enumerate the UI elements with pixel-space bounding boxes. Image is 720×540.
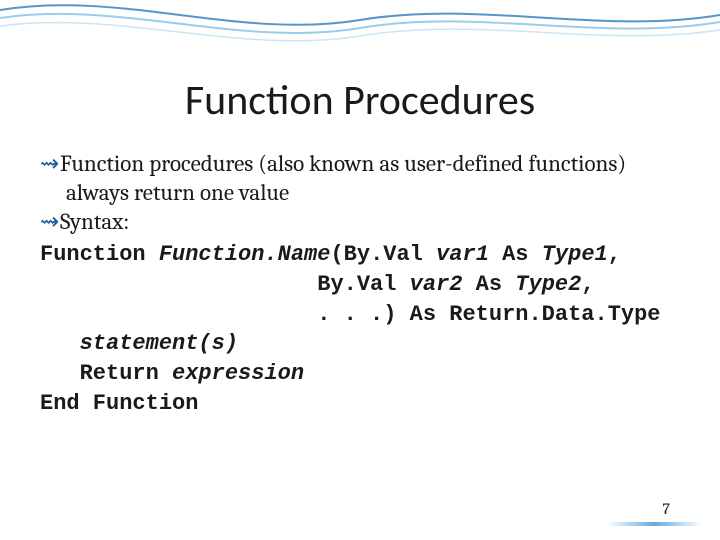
bullet-item: ⇝Function procedures (also known as user… — [40, 150, 680, 208]
code-syntax-block: Function Function.Name(By.Val var1 As Ty… — [40, 240, 680, 418]
bullet-item: ⇝Syntax: — [40, 208, 680, 237]
bullet-text: Function procedures (also known as user-… — [60, 150, 626, 206]
page-number-underline — [607, 522, 702, 526]
slide-body: ⇝Function procedures (also known as user… — [40, 150, 680, 418]
page-number: 7 — [662, 500, 670, 518]
bullet-glyph-icon: ⇝ — [40, 208, 60, 237]
bullet-glyph-icon: ⇝ — [40, 150, 60, 179]
bullet-text: Syntax: — [60, 208, 129, 235]
decorative-wave — [0, 0, 720, 60]
slide-title: Function Procedures — [0, 75, 720, 126]
